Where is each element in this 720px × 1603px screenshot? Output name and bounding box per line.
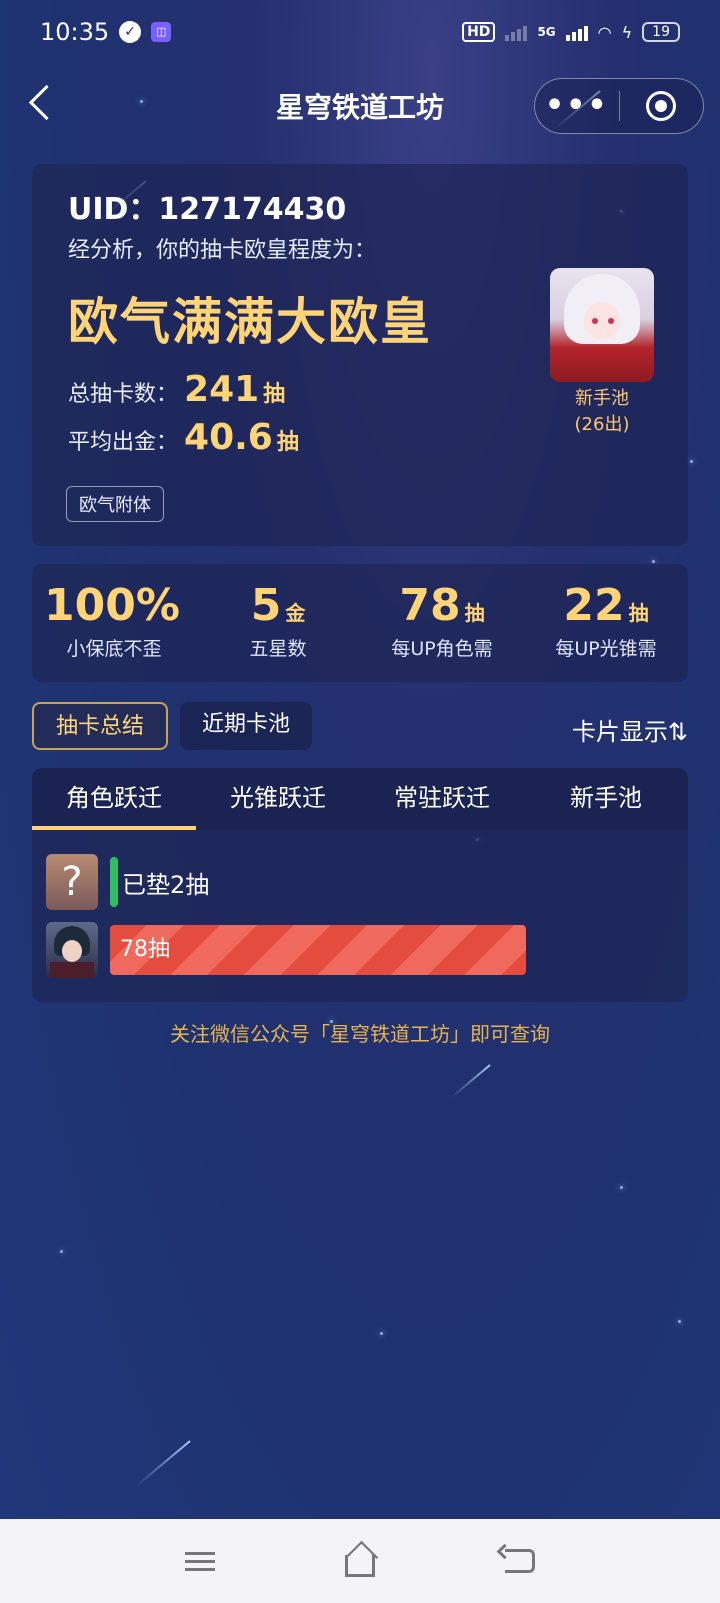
follow-hint: 关注微信公众号「星穹铁道工坊」即可查询 <box>170 1022 550 1046</box>
stat-item: 5金 五星数 <box>196 564 360 682</box>
luck-summary-card: UID：127174430 经分析，你的抽卡欧皇程度为： 欧气满满大欧皇 总抽卡… <box>32 164 688 546</box>
avg-gold-value: 40.6 <box>184 417 273 458</box>
stat-label: 每UP角色需 <box>391 638 493 660</box>
card-display-toggle[interactable]: 卡片显示⇅ <box>572 712 688 747</box>
back-button[interactable] <box>490 1531 550 1591</box>
newbie-pool-count: (26出) <box>574 414 630 435</box>
luck-tag: 欧气附体 <box>66 486 164 522</box>
avg-gold-unit: 抽 <box>276 430 299 455</box>
list-item: 78抽 <box>46 922 526 978</box>
stat-unit: 抽 <box>628 601 649 625</box>
stat-item: 78 抽 每UP角色需 <box>360 564 524 682</box>
more-menu-button[interactable]: ••• <box>535 78 619 134</box>
pool-tabs: 角色跃迁 光锥跃迁 常驻跃迁 新手池 <box>32 768 688 830</box>
tab-newbie-pool[interactable]: 新手池 <box>524 768 688 830</box>
system-nav-bar <box>0 1519 720 1603</box>
home-button[interactable] <box>330 1531 390 1591</box>
stat-item: 100% 小保底不歪 <box>32 564 196 682</box>
total-pulls-row: 总抽卡数： 241 抽 <box>68 369 285 410</box>
back-icon <box>505 1549 535 1573</box>
stat-value: 78 <box>399 580 461 631</box>
tab-light-cone-warp[interactable]: 光锥跃迁 <box>196 768 360 830</box>
tab-standard-warp[interactable]: 常驻跃迁 <box>360 768 524 830</box>
total-pulls-label: 总抽卡数： <box>68 382 179 407</box>
newbie-pool-label: 新手池 (26出) <box>550 386 654 438</box>
signal-sim1-icon <box>565 23 588 41</box>
clock: 10:35 <box>40 18 110 46</box>
close-mini-program-button[interactable] <box>620 91 704 121</box>
battery-level: 19 <box>642 22 680 42</box>
signal-sim2-icon <box>505 23 528 41</box>
wifi-icon: ◠ <box>597 22 612 42</box>
stat-unit: 金 <box>285 601 306 625</box>
pool-history-card: 角色跃迁 光锥跃迁 常驻跃迁 新手池 ? 已垫2抽 78抽 <box>32 768 688 1002</box>
analysis-text: 经分析，你的抽卡欧皇程度为： <box>68 238 377 263</box>
uid-text: UID：127174430 <box>68 192 347 227</box>
app-notification-icon: ◫ <box>151 22 172 42</box>
pity-count: 已垫2抽 <box>122 870 210 899</box>
network-type: 5G <box>537 25 556 39</box>
mini-program-capsule: ••• <box>534 78 704 134</box>
status-bar: 10:35 ✓ ◫ HD 5G ◠ ϟ 19 <box>0 0 720 64</box>
menu-icon <box>185 1547 215 1576</box>
newbie-pool-character-avatar <box>550 268 654 382</box>
stat-unit: 抽 <box>464 601 485 625</box>
newbie-pool-name: 新手池 <box>575 388 629 409</box>
stat-value: 5 <box>250 580 282 631</box>
charging-icon: ϟ <box>621 22 633 42</box>
stat-label: 小保底不歪 <box>66 638 162 660</box>
pity-progress-bar <box>110 857 118 907</box>
pull-count-bar: 78抽 <box>110 925 526 975</box>
total-pulls-unit: 抽 <box>263 382 286 407</box>
stats-card: 100% 小保底不歪 5金 五星数 78 抽 每UP角色需 22 抽 每UP光锥需 <box>32 564 688 682</box>
nav-bar: 星穹铁道工坊 ••• <box>0 70 720 140</box>
stat-label: 每UP光锥需 <box>555 638 657 660</box>
stat-value: 100% <box>44 580 180 631</box>
list-item: ? 已垫2抽 <box>46 854 209 910</box>
tab-pull-summary[interactable]: 抽卡总结 <box>32 702 168 750</box>
hd-voice-icon: HD <box>462 22 496 42</box>
luck-verdict: 欧气满满大欧皇 <box>68 293 432 351</box>
avg-gold-label: 平均出金： <box>68 430 179 455</box>
avg-gold-row: 平均出金： 40.6 抽 <box>68 417 299 458</box>
stat-label: 五星数 <box>249 638 307 660</box>
total-pulls-value: 241 <box>184 369 260 410</box>
stat-value: 22 <box>563 580 625 631</box>
unknown-character-icon: ? <box>46 854 98 910</box>
stat-item: 22 抽 每UP光锥需 <box>524 564 688 682</box>
tab-character-warp[interactable]: 角色跃迁 <box>32 768 196 830</box>
check-badge-icon: ✓ <box>119 21 142 43</box>
menu-button[interactable] <box>170 1531 230 1591</box>
tab-recent-pools[interactable]: 近期卡池 <box>180 702 312 750</box>
character-avatar <box>46 922 98 978</box>
home-icon <box>345 1555 375 1577</box>
target-icon <box>646 91 677 121</box>
